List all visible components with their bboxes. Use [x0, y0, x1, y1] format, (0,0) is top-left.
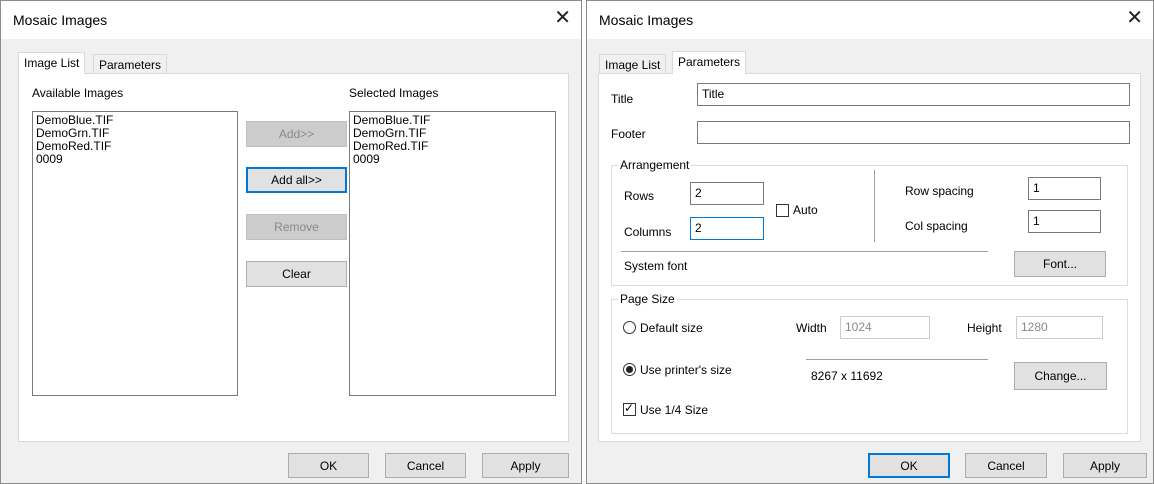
footer-label: Footer — [611, 127, 646, 141]
separator — [874, 170, 875, 242]
footer-input[interactable] — [697, 121, 1130, 144]
checkmark-icon: ✓ — [624, 401, 635, 415]
add-button[interactable]: Add>> — [246, 121, 347, 147]
ok-button[interactable]: OK — [868, 453, 950, 478]
cancel-button[interactable]: Cancel — [965, 453, 1047, 478]
selected-images-list[interactable]: DemoBlue.TIF DemoGrn.TIF DemoRed.TIF 000… — [349, 111, 556, 396]
close-icon[interactable]: ✕ — [554, 7, 571, 29]
tab-image-list[interactable]: Image List — [18, 52, 86, 74]
width-input[interactable]: 1024 — [840, 316, 930, 339]
default-size-label: Default size — [640, 321, 703, 335]
list-item[interactable]: DemoRed.TIF — [353, 140, 552, 153]
quarter-size-checkbox[interactable]: ✓ — [623, 401, 636, 416]
dialog-title: Mosaic Images — [13, 12, 108, 28]
close-icon[interactable]: ✕ — [1126, 7, 1143, 29]
height-label: Height — [967, 321, 1002, 335]
tab-parameters[interactable]: Parameters — [93, 54, 168, 75]
available-images-list[interactable]: DemoBlue.TIF DemoGrn.TIF DemoRed.TIF 000… — [32, 111, 238, 396]
default-size-radio[interactable] — [623, 321, 636, 334]
quarter-size-label: Use 1/4 Size — [640, 403, 709, 417]
list-item[interactable]: 0009 — [353, 153, 552, 166]
title-bar: Mosaic Images ✕ — [587, 1, 1153, 39]
title-label: Title — [611, 92, 634, 106]
list-item[interactable]: DemoRed.TIF — [36, 140, 234, 153]
selected-images-label: Selected Images — [349, 86, 439, 100]
tab-image-list[interactable]: Image List — [599, 54, 667, 75]
rows-input[interactable]: 2 — [690, 182, 764, 205]
font-name-border — [621, 251, 988, 252]
apply-button[interactable]: Apply — [482, 453, 569, 478]
auto-label: Auto — [793, 203, 818, 217]
clear-button[interactable]: Clear — [246, 261, 347, 287]
columns-label: Columns — [624, 225, 672, 239]
apply-button[interactable]: Apply — [1063, 453, 1147, 478]
title-bar: Mosaic Images ✕ — [1, 1, 581, 39]
columns-input[interactable]: 2 — [690, 217, 764, 240]
font-button[interactable]: Font... — [1014, 251, 1106, 277]
row-spacing-input[interactable]: 1 — [1028, 177, 1101, 200]
mosaic-images-dialog-image-list: Mosaic Images ✕ Image List Parameters Av… — [0, 0, 582, 484]
rows-label: Rows — [624, 189, 655, 203]
arrangement-label: Arrangement — [618, 158, 692, 172]
title-input[interactable]: Title — [697, 83, 1130, 106]
height-input[interactable]: 1280 — [1016, 316, 1103, 339]
row-spacing-label: Row spacing — [905, 184, 974, 198]
cancel-button[interactable]: Cancel — [385, 453, 466, 478]
col-spacing-label: Col spacing — [905, 219, 968, 233]
printer-size-value: 8267 x 11692 — [811, 369, 883, 383]
font-name-text: System font — [624, 259, 688, 273]
printer-size-label: Use printer's size — [640, 363, 732, 377]
change-button[interactable]: Change... — [1014, 362, 1107, 390]
mosaic-images-dialog-parameters: Mosaic Images ✕ Image List Parameters Ti… — [586, 0, 1154, 484]
printer-size-border — [806, 359, 988, 360]
printer-size-radio[interactable] — [623, 363, 636, 376]
add-all-button[interactable]: Add all>> — [246, 167, 347, 193]
remove-button[interactable]: Remove — [246, 214, 347, 240]
available-images-label: Available Images — [32, 86, 124, 100]
page-size-label: Page Size — [618, 292, 677, 306]
ok-button[interactable]: OK — [288, 453, 369, 478]
col-spacing-input[interactable]: 1 — [1028, 210, 1101, 233]
tab-parameters[interactable]: Parameters — [672, 51, 747, 74]
dialog-title: Mosaic Images — [599, 12, 694, 28]
width-label: Width — [796, 321, 827, 335]
auto-checkbox[interactable] — [776, 204, 789, 217]
list-item[interactable]: 0009 — [36, 153, 234, 166]
